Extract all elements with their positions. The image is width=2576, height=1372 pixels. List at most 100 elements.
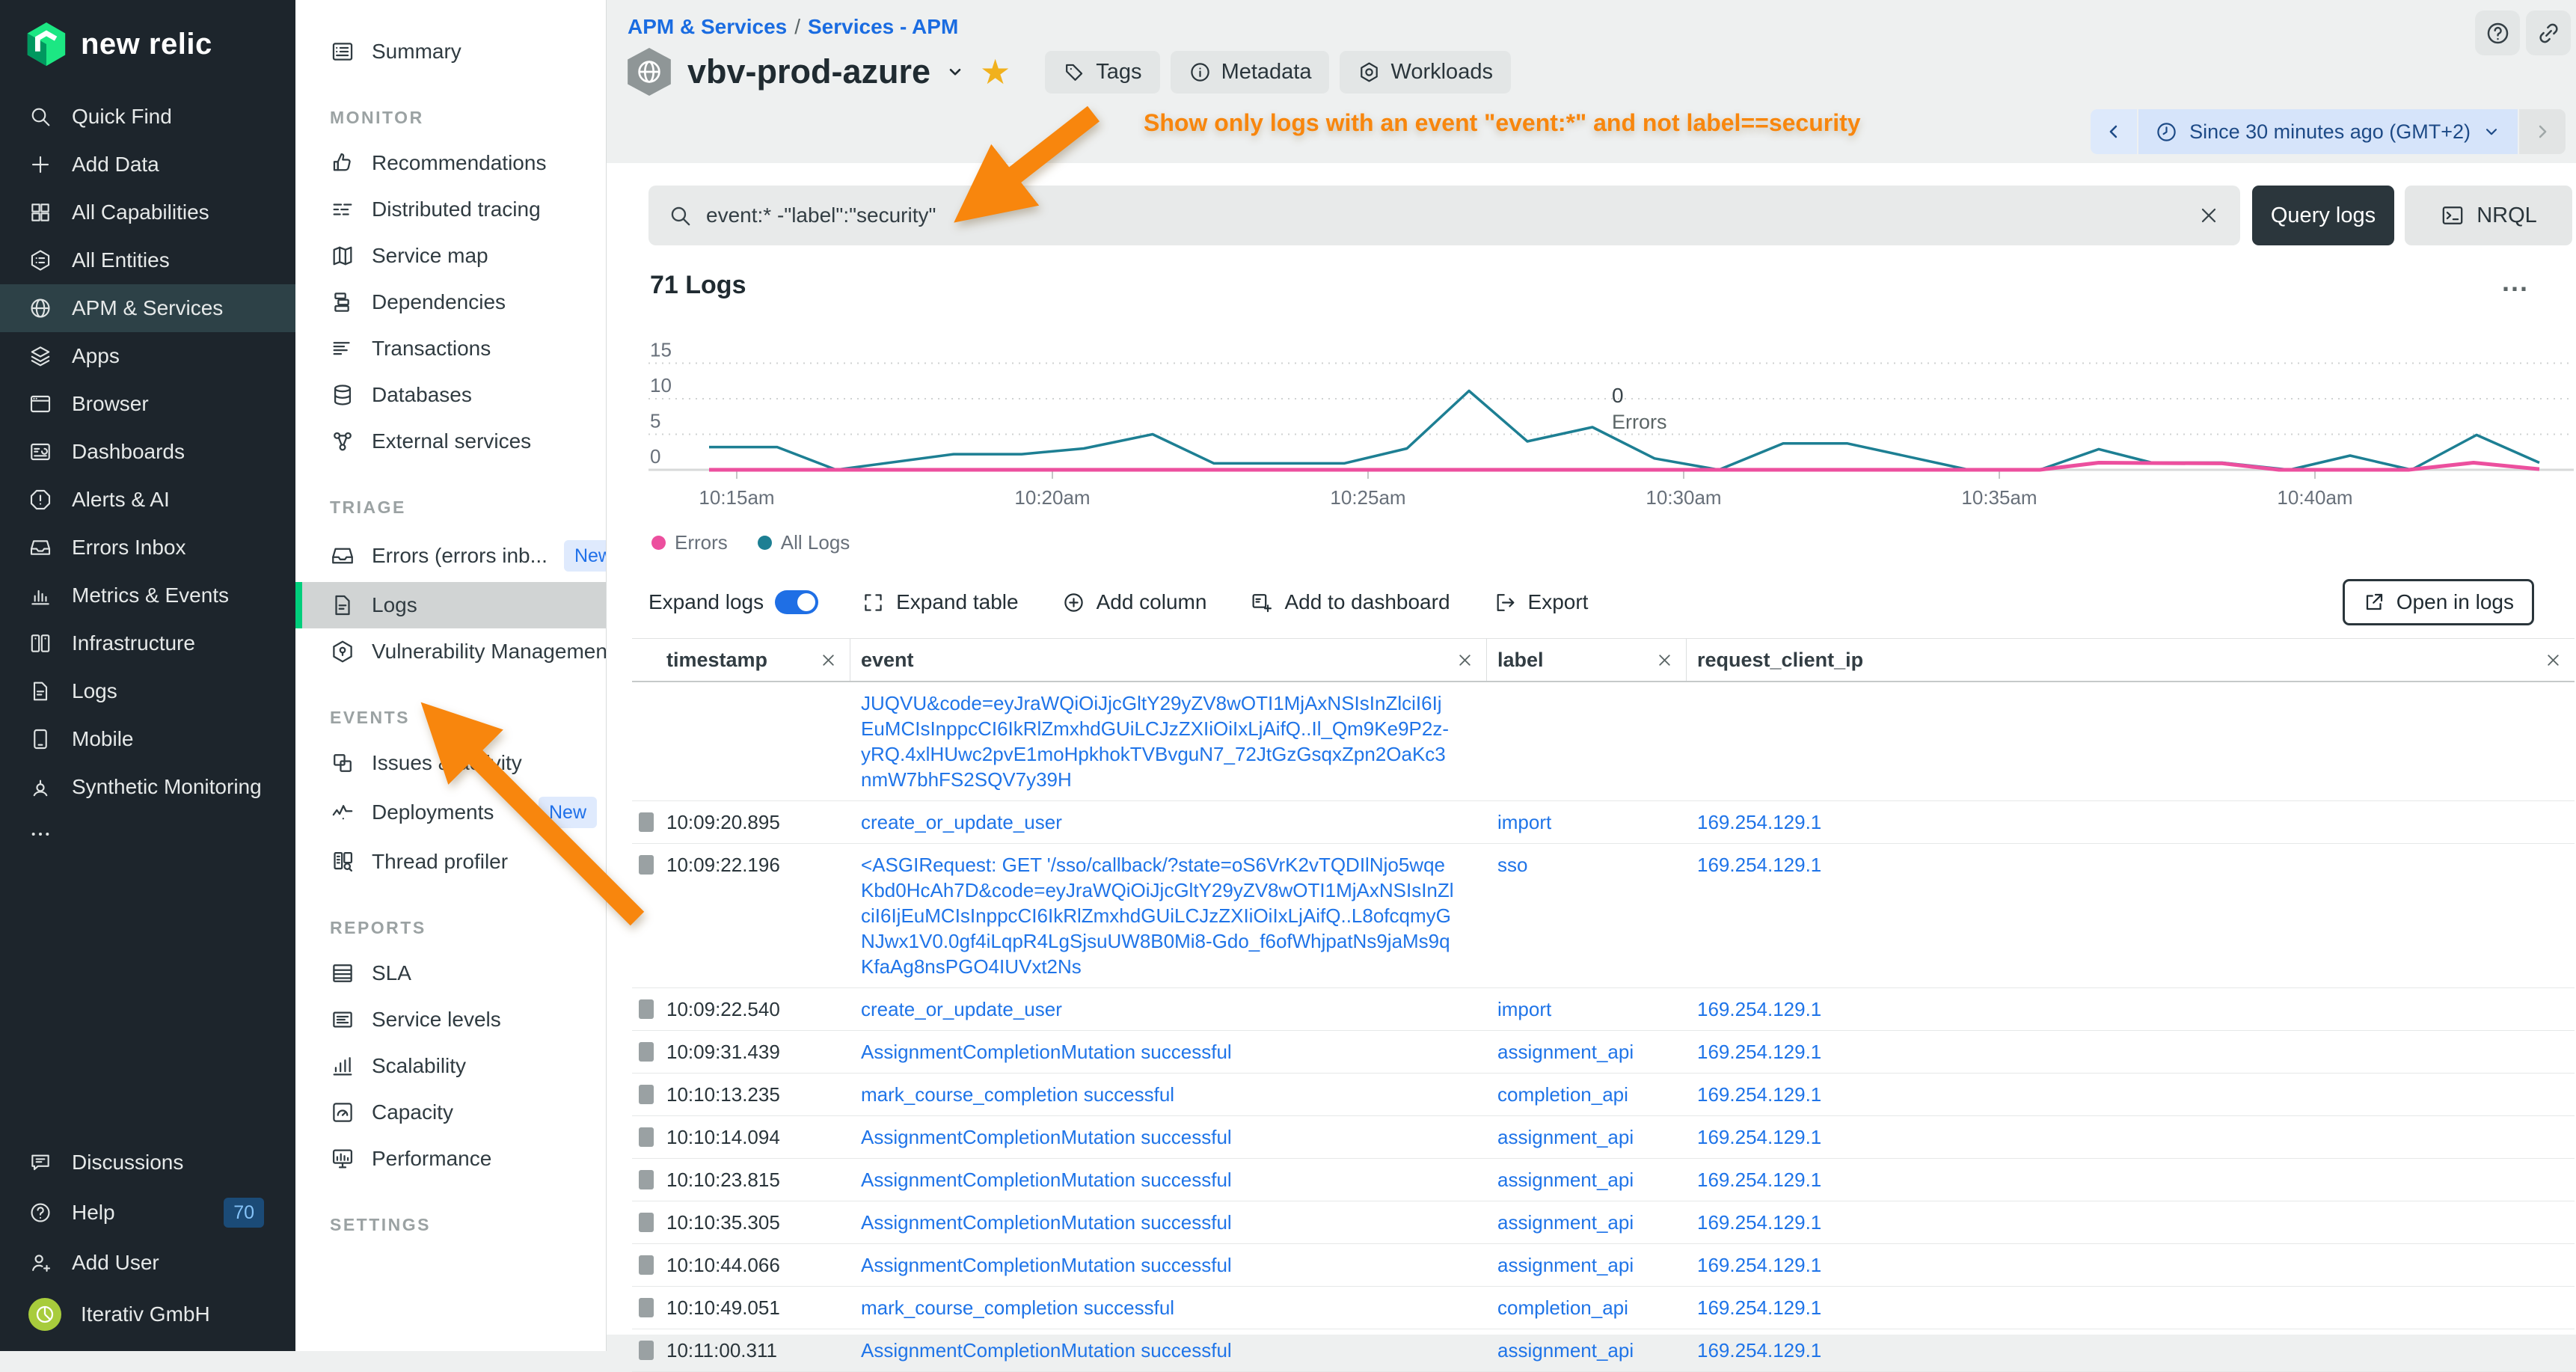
global-nav-item-metrics-events[interactable]: Metrics & Events — [0, 572, 295, 619]
request-ip-link[interactable]: 169.254.129.1 — [1687, 1338, 2575, 1363]
event-link[interactable]: <ASGIRequest: GET '/sso/callback/?state=… — [850, 852, 1487, 979]
table-row[interactable]: 10:10:14.094 AssignmentCompletionMutatio… — [632, 1116, 2575, 1159]
global-nav-item-discussions[interactable]: Discussions — [0, 1139, 295, 1186]
row-handle-icon[interactable] — [639, 1341, 654, 1360]
global-nav-item-dashboards[interactable]: Dashboards — [0, 428, 295, 476]
table-row[interactable]: 10:09:31.439 AssignmentCompletionMutatio… — [632, 1031, 2575, 1074]
subnav-item-issues-activity[interactable]: Issues & activity — [295, 740, 606, 786]
row-handle-icon[interactable] — [639, 855, 654, 875]
label-link[interactable]: assignment_api — [1487, 1124, 1687, 1150]
table-row[interactable]: 10:09:22.196 <ASGIRequest: GET '/sso/cal… — [632, 844, 2575, 988]
remove-column-icon[interactable] — [1655, 651, 1674, 670]
event-link[interactable]: AssignmentCompletionMutation successful — [850, 1039, 1487, 1065]
table-row[interactable]: 10:09:22.540 create_or_update_user impor… — [632, 988, 2575, 1031]
global-nav-item-all-entities[interactable]: All Entities — [0, 236, 295, 284]
request-ip-link[interactable]: 169.254.129.1 — [1687, 852, 2575, 979]
add-to-dashboard-button[interactable]: Add to dashboard — [1250, 590, 1450, 614]
subnav-item-transactions[interactable]: Transactions — [295, 325, 606, 372]
event-link[interactable]: create_or_update_user — [850, 809, 1487, 835]
label-link[interactable]: import — [1487, 996, 1687, 1022]
chart-more-menu[interactable]: ... — [2502, 266, 2529, 298]
expand-logs-toggle[interactable] — [775, 590, 818, 614]
subnav-item-databases[interactable]: Databases — [295, 372, 606, 418]
table-row[interactable]: 10:10:35.305 AssignmentCompletionMutatio… — [632, 1201, 2575, 1244]
request-ip-link[interactable]: 169.254.129.1 — [1687, 1295, 2575, 1320]
request-ip-link[interactable]: 169.254.129.1 — [1687, 1167, 2575, 1192]
subnav-item-service-map[interactable]: Service map — [295, 233, 606, 279]
open-in-logs-button[interactable]: Open in logs — [2343, 579, 2534, 625]
request-ip-link[interactable]: 169.254.129.1 — [1687, 1252, 2575, 1278]
row-handle-icon[interactable] — [639, 1298, 654, 1317]
subnav-item-service-levels[interactable]: Service levels — [295, 996, 606, 1043]
row-handle-icon[interactable] — [639, 1170, 654, 1189]
event-link[interactable]: AssignmentCompletionMutation successful — [850, 1210, 1487, 1235]
event-link[interactable]: AssignmentCompletionMutation successful — [850, 1252, 1487, 1278]
subnav-item-external-services[interactable]: External services — [295, 418, 606, 465]
request-ip-link[interactable] — [1687, 690, 2575, 792]
table-row[interactable]: 10:10:44.066 AssignmentCompletionMutatio… — [632, 1244, 2575, 1287]
global-nav-item-add-user[interactable]: Add User — [0, 1239, 295, 1287]
global-nav-item-errors-inbox[interactable]: Errors Inbox — [0, 524, 295, 572]
global-nav-item-help[interactable]: Help70 — [0, 1186, 295, 1239]
event-link[interactable]: AssignmentCompletionMutation successful — [850, 1124, 1487, 1150]
label-link[interactable]: completion_api — [1487, 1295, 1687, 1320]
breadcrumb-link-services[interactable]: Services - APM — [808, 15, 958, 38]
label-link[interactable]: assignment_api — [1487, 1338, 1687, 1363]
row-handle-icon[interactable] — [639, 1255, 654, 1275]
global-nav-item-browser[interactable]: Browser — [0, 380, 295, 428]
export-button[interactable]: Export — [1494, 590, 1589, 614]
request-ip-link[interactable]: 169.254.129.1 — [1687, 996, 2575, 1022]
subnav-item-scalability[interactable]: Scalability — [295, 1043, 606, 1089]
request-ip-link[interactable]: 169.254.129.1 — [1687, 1039, 2575, 1065]
subnav-item-errors-errors-inb[interactable]: Errors (errors inb...New — [295, 530, 606, 582]
event-link[interactable]: create_or_update_user — [850, 996, 1487, 1022]
global-nav-item-alerts-ai[interactable]: Alerts & AI — [0, 476, 295, 524]
row-handle-icon[interactable] — [639, 1127, 654, 1147]
metadata-button[interactable]: Metadata — [1171, 51, 1330, 94]
label-link[interactable]: assignment_api — [1487, 1252, 1687, 1278]
global-nav-item-apm-services[interactable]: APM & Services — [0, 284, 295, 332]
global-nav-item-mobile[interactable]: Mobile — [0, 715, 295, 763]
title-chevron-down-icon[interactable] — [945, 62, 965, 82]
table-row[interactable]: 10:10:23.815 AssignmentCompletionMutatio… — [632, 1159, 2575, 1201]
event-link[interactable]: mark_course_completion successful — [850, 1082, 1487, 1107]
legend-errors[interactable]: Errors — [651, 531, 728, 554]
label-link[interactable]: completion_api — [1487, 1082, 1687, 1107]
global-nav-item-infrastructure[interactable]: Infrastructure — [0, 619, 295, 667]
subnav-item-dependencies[interactable]: Dependencies — [295, 279, 606, 325]
request-ip-link[interactable]: 169.254.129.1 — [1687, 809, 2575, 835]
column-header-timestamp[interactable]: timestamp — [632, 639, 850, 681]
subnav-item-capacity[interactable]: Capacity — [295, 1089, 606, 1136]
subnav-item-thread-profiler[interactable]: Thread profiler — [295, 839, 606, 885]
event-link[interactable]: AssignmentCompletionMutation successful — [850, 1338, 1487, 1363]
table-row[interactable]: JUQVU&code=eyJraWQiOiJjcGltY29yZV8wOTI1M… — [632, 682, 2575, 801]
tags-button[interactable]: Tags — [1045, 51, 1159, 94]
global-nav-item-apps[interactable]: Apps — [0, 332, 295, 380]
global-nav-item-all-capabilities[interactable]: All Capabilities — [0, 189, 295, 236]
subnav-item-deployments[interactable]: DeploymentsNew — [295, 786, 606, 839]
global-nav-item-logs[interactable]: Logs — [0, 667, 295, 715]
table-row[interactable]: 10:09:20.895 create_or_update_user impor… — [632, 801, 2575, 844]
event-link[interactable]: mark_course_completion successful — [850, 1295, 1487, 1320]
column-header-label[interactable]: label — [1487, 639, 1687, 681]
global-nav-item-iterativ-gmbh[interactable]: Iterativ GmbH — [0, 1287, 295, 1342]
label-link[interactable]: sso — [1487, 852, 1687, 979]
legend-all-logs[interactable]: All Logs — [758, 531, 850, 554]
subnav-item-distributed-tracing[interactable]: Distributed tracing — [295, 186, 606, 233]
row-handle-icon[interactable] — [639, 1085, 654, 1104]
column-header-event[interactable]: event — [850, 639, 1487, 681]
subnav-item-recommendations[interactable]: Recommendations — [295, 140, 606, 186]
permalink-button[interactable] — [2526, 10, 2571, 55]
expand-table-button[interactable]: Expand table — [862, 590, 1018, 614]
global-nav-item-add-data[interactable]: Add Data — [0, 141, 295, 189]
subnav-item-performance[interactable]: Performance — [295, 1136, 606, 1182]
breadcrumb-link-apm[interactable]: APM & Services — [628, 15, 787, 38]
request-ip-link[interactable]: 169.254.129.1 — [1687, 1082, 2575, 1107]
time-back-button[interactable] — [2091, 109, 2137, 154]
request-ip-link[interactable]: 169.254.129.1 — [1687, 1124, 2575, 1150]
label-link[interactable]: import — [1487, 809, 1687, 835]
nrql-button[interactable]: NRQL — [2405, 186, 2572, 245]
query-logs-button[interactable]: Query logs — [2252, 186, 2394, 245]
help-button[interactable] — [2475, 10, 2520, 55]
row-handle-icon[interactable] — [639, 999, 654, 1019]
